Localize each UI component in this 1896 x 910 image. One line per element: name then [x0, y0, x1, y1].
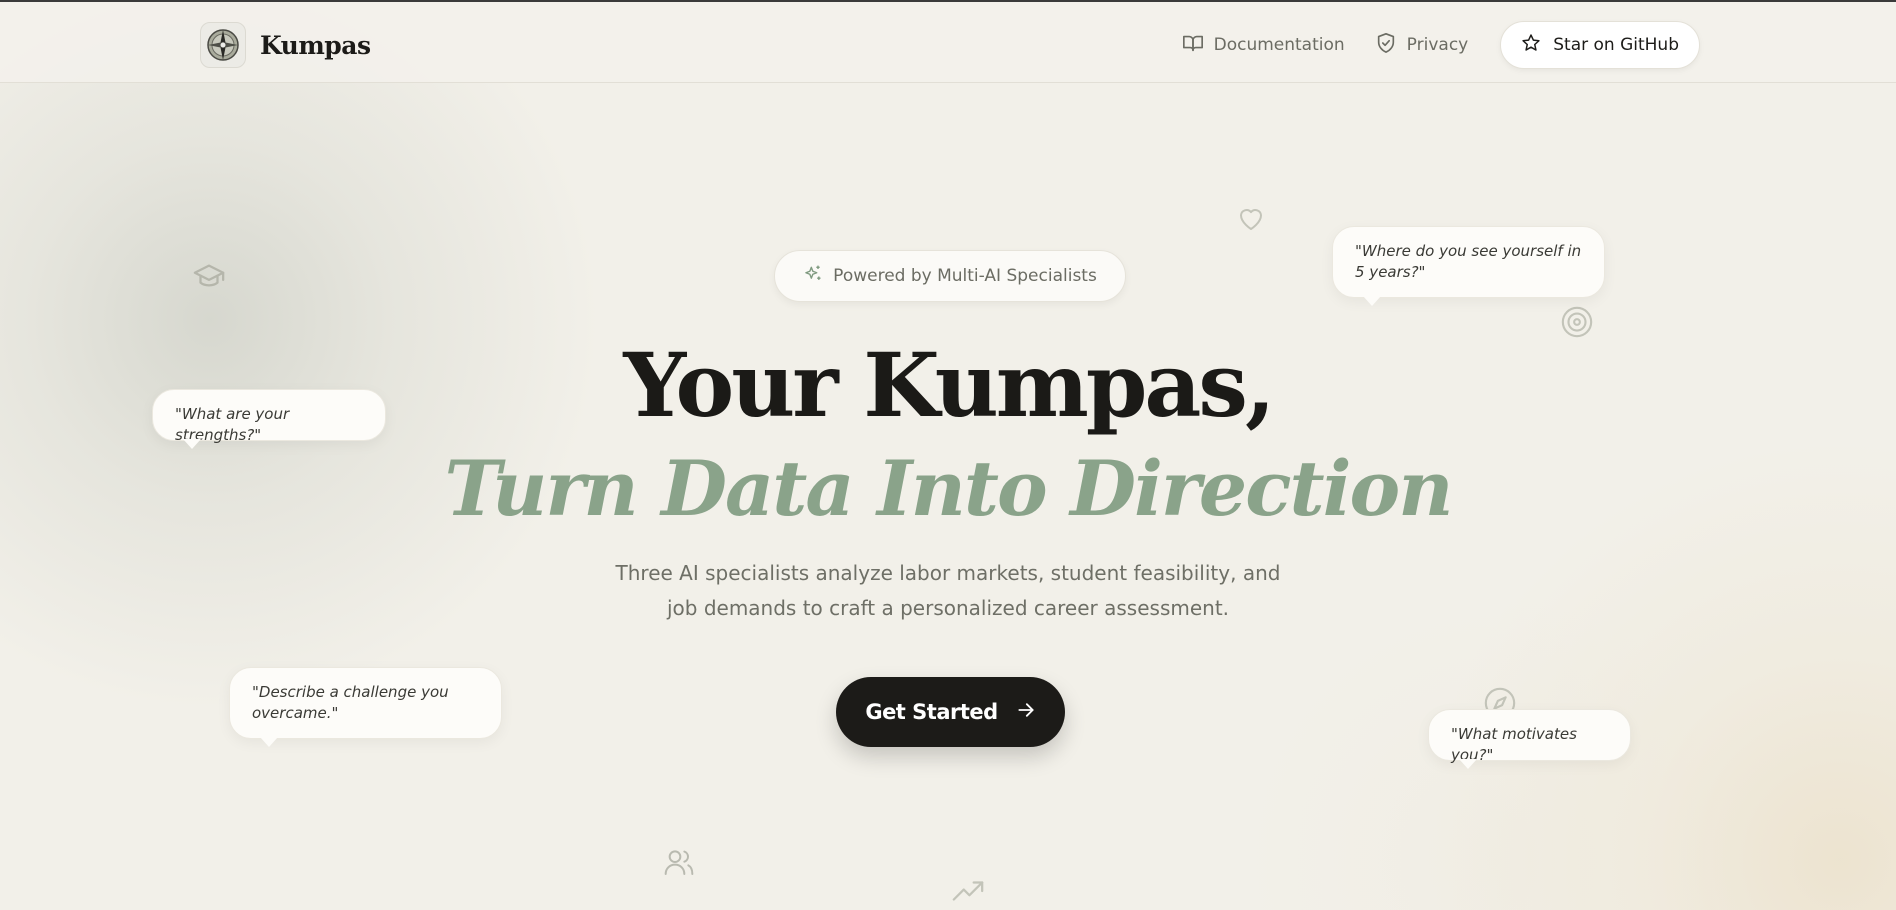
nav-documentation-link[interactable]: Documentation — [1182, 32, 1345, 59]
shield-check-icon — [1375, 32, 1397, 59]
brand-name: Kumpas — [260, 30, 371, 60]
main-nav: Documentation Privacy Star on GitHub — [1182, 21, 1700, 69]
star-icon — [1521, 33, 1541, 58]
powered-by-badge-label: Powered by Multi-AI Specialists — [833, 266, 1097, 286]
compass-icon — [200, 22, 246, 68]
trending-up-icon — [951, 878, 985, 904]
star-on-github-button[interactable]: Star on GitHub — [1500, 21, 1700, 69]
question-bubble-challenge: "Describe a challenge you overcame." — [229, 667, 502, 747]
get-started-button[interactable]: Get Started — [836, 677, 1065, 747]
nav-documentation-label: Documentation — [1213, 35, 1345, 55]
brand[interactable]: Kumpas — [200, 22, 371, 68]
graduation-cap-icon — [190, 260, 228, 294]
question-bubble-motivates: "What motivates you?" — [1428, 709, 1631, 769]
hero-description: Three AI specialists analyze labor marke… — [615, 561, 1281, 620]
users-icon — [663, 846, 695, 878]
question-bubble-strengths: "What are your strengths?" — [152, 389, 386, 449]
heart-icon — [1236, 204, 1266, 234]
sparkles-icon — [803, 264, 823, 289]
book-icon — [1182, 32, 1204, 59]
nav-privacy-label: Privacy — [1406, 35, 1469, 55]
nav-privacy-link[interactable]: Privacy — [1375, 32, 1469, 59]
top-navigation-bar: Kumpas Documentation Privacy Star on Git… — [0, 2, 1896, 83]
powered-by-badge: Powered by Multi-AI Specialists — [774, 250, 1126, 302]
hero-subtitle: Turn Data Into Direction — [444, 444, 1454, 533]
get-started-label: Get Started — [865, 700, 998, 724]
question-bubble-five-years: "Where do you see yourself in 5 years?" — [1332, 226, 1605, 306]
arrow-right-icon — [1016, 700, 1036, 725]
star-on-github-label: Star on GitHub — [1553, 35, 1679, 55]
